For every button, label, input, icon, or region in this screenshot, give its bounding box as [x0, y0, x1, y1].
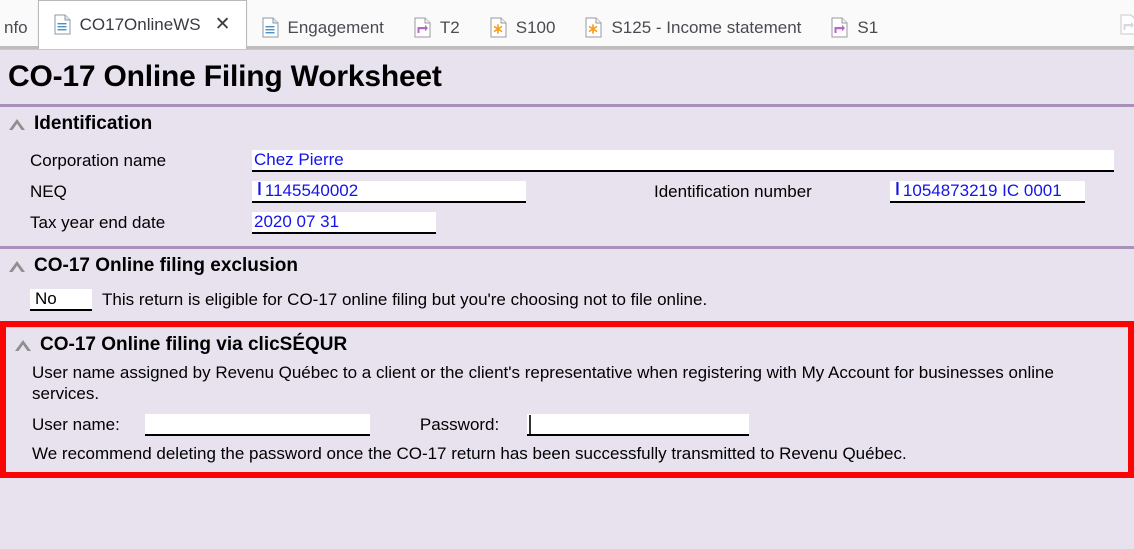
identification-number-label: Identification number [654, 181, 812, 201]
section-title: Identification [34, 113, 153, 134]
section-title: CO-17 Online filing via clicSÉQUR [40, 334, 348, 355]
exclusion-value: No [35, 289, 57, 308]
password-deletion-note: We recommend deleting the password once … [32, 443, 907, 463]
exclusion-value-input[interactable]: No [30, 289, 92, 311]
neq-input[interactable]: ❙ 1145540002 [252, 180, 526, 203]
tax-year-end-date-label: Tax year end date [30, 212, 166, 232]
chevron-up-icon[interactable] [6, 116, 28, 132]
tab-engagement[interactable]: Engagement [247, 6, 399, 49]
user-name-label: User name: [32, 414, 120, 434]
corporation-name-input[interactable]: Chez Pierre [252, 149, 1114, 172]
tab-label: S1 [857, 18, 879, 37]
password-input[interactable] [527, 413, 750, 436]
tab-s100[interactable]: S100 [475, 6, 571, 49]
tab-s1[interactable]: S1 [816, 6, 893, 49]
section-title: CO-17 Online filing exclusion [34, 255, 298, 276]
document-arrow-icon [831, 17, 848, 38]
tab-next-partial[interactable] [1120, 3, 1134, 46]
chevron-up-icon[interactable] [6, 258, 28, 274]
tab-bar: nfo CO17OnlineWS ✕ Engagement T2 S100 S1… [0, 0, 1134, 50]
section-identification: Identification Corporation name Chez Pie… [0, 107, 1134, 246]
tab-t2[interactable]: T2 [399, 6, 475, 49]
section-online-filing-via-clicsequr-highlight: CO-17 Online filing via clicSÉQUR User n… [0, 321, 1134, 478]
neq-value: 1145540002 [264, 180, 359, 200]
document-arrow-icon [1120, 14, 1134, 35]
tab-info[interactable]: nfo [0, 6, 38, 49]
field-marker-icon: ❙ [892, 181, 903, 196]
neq-label: NEQ [30, 181, 67, 201]
page-title: CO-17 Online Filing Worksheet [8, 60, 442, 93]
document-lines-icon [262, 17, 279, 38]
page-title-bar: CO-17 Online Filing Worksheet [0, 50, 1134, 107]
row-tax-year-end-date: Tax year end date 2020 07 31 [0, 207, 1134, 238]
password-label: Password: [419, 414, 500, 434]
corporation-name-label: Corporation name [30, 150, 167, 170]
section-header-clicsequr[interactable]: CO-17 Online filing via clicSÉQUR [6, 328, 1128, 360]
section-header-exclusion[interactable]: CO-17 Online filing exclusion [0, 249, 1134, 281]
identification-number-input[interactable]: ❙ 1054873219 IC 0001 [890, 180, 1085, 203]
exclusion-description: This return is eligible for CO-17 online… [102, 290, 708, 309]
section-online-filing-exclusion: CO-17 Online filing exclusion No This re… [0, 249, 1134, 321]
section-header-identification[interactable]: Identification [0, 107, 1134, 139]
tab-co17onlinews[interactable]: CO17OnlineWS ✕ [37, 0, 247, 49]
identification-fields: Corporation name Chez Pierre NEQ ❙ 11455… [0, 139, 1134, 246]
document-lines-icon [54, 14, 71, 35]
user-name-input[interactable] [144, 413, 370, 436]
document-arrow-icon [414, 17, 431, 38]
clicsequr-description: User name assigned by Revenu Québec to a… [32, 363, 1054, 404]
credentials-row: User name: Password: [6, 405, 1128, 440]
corporation-name-value: Chez Pierre [254, 149, 344, 169]
tab-s125-income-statement[interactable]: S125 - Income statement [570, 6, 816, 49]
identification-number-value: 1054873219 IC 0001 [902, 180, 1062, 200]
row-neq: NEQ ❙ 1145540002 Identification number ❙… [0, 176, 1134, 207]
tax-year-end-date-value: 2020 07 31 [254, 211, 340, 231]
tab-label: S125 - Income statement [611, 18, 802, 37]
exclusion-body: No This return is eligible for CO-17 onl… [0, 281, 1134, 321]
text-cursor [529, 414, 532, 434]
tab-label: T2 [439, 18, 460, 37]
close-icon[interactable]: ✕ [215, 15, 231, 34]
document-asterisk-icon [585, 17, 602, 38]
tab-label: Engagement [287, 18, 384, 37]
chevron-up-icon[interactable] [12, 337, 34, 353]
tax-year-end-date-input[interactable]: 2020 07 31 [252, 211, 436, 234]
tab-label: nfo [4, 18, 28, 37]
tab-label: CO17OnlineWS [79, 15, 201, 34]
row-corporation-name: Corporation name Chez Pierre [0, 145, 1134, 176]
clicsequr-panel: CO-17 Online filing via clicSÉQUR User n… [6, 327, 1128, 472]
field-marker-icon: ❙ [254, 181, 265, 196]
document-asterisk-icon [490, 17, 507, 38]
tab-label: S100 [515, 18, 556, 37]
